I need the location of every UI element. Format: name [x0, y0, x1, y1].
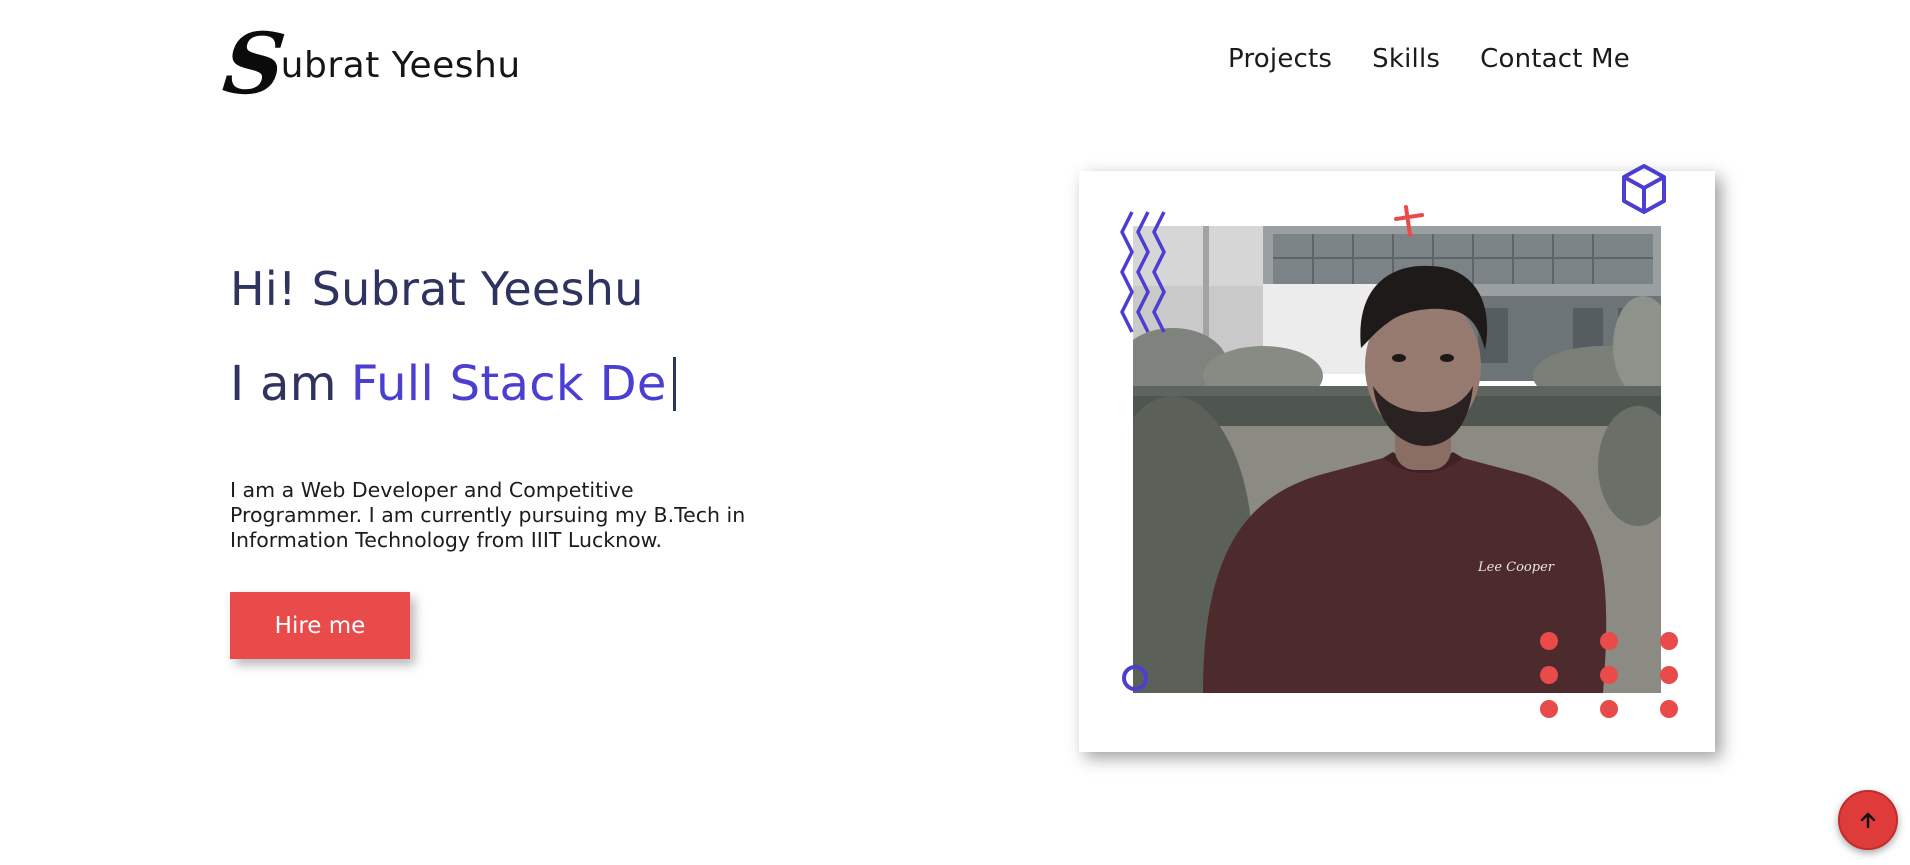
hero-greeting: Hi! Subrat Yeeshu [230, 262, 644, 316]
portfolio-page: S ubrat Yeeshu Projects Skills Contact M… [0, 0, 1910, 865]
nav-link-projects[interactable]: Projects [1228, 44, 1332, 74]
plus-icon [1394, 205, 1424, 237]
shirt-logo-text: Lee Cooper [1477, 560, 1555, 575]
nav-link-contact[interactable]: Contact Me [1480, 44, 1630, 74]
hero-about-text: I am a Web Developer and Competitive Pro… [230, 478, 746, 552]
dot-grid-icon [1540, 632, 1678, 718]
cube-icon [1622, 164, 1666, 214]
zigzag-icon [1120, 211, 1166, 333]
scroll-to-top-button[interactable] [1838, 790, 1898, 850]
typing-cursor [672, 357, 676, 411]
logo-name-text: ubrat Yeeshu [280, 45, 521, 86]
hire-me-button[interactable]: Hire me [230, 592, 410, 659]
typed-role-text: Full Stack De [350, 356, 667, 412]
ring-icon [1122, 665, 1148, 691]
logo-monogram: S [218, 14, 290, 113]
profile-photo: Lee Cooper [1133, 226, 1661, 693]
site-logo[interactable]: S ubrat Yeeshu [219, 14, 521, 113]
main-nav: Projects Skills Contact Me [1228, 44, 1630, 74]
role-prefix: I am [230, 356, 337, 412]
hero-role-line: I am Full Stack De [230, 356, 676, 412]
nav-link-skills[interactable]: Skills [1372, 44, 1440, 74]
arrow-up-icon [1860, 812, 1876, 829]
